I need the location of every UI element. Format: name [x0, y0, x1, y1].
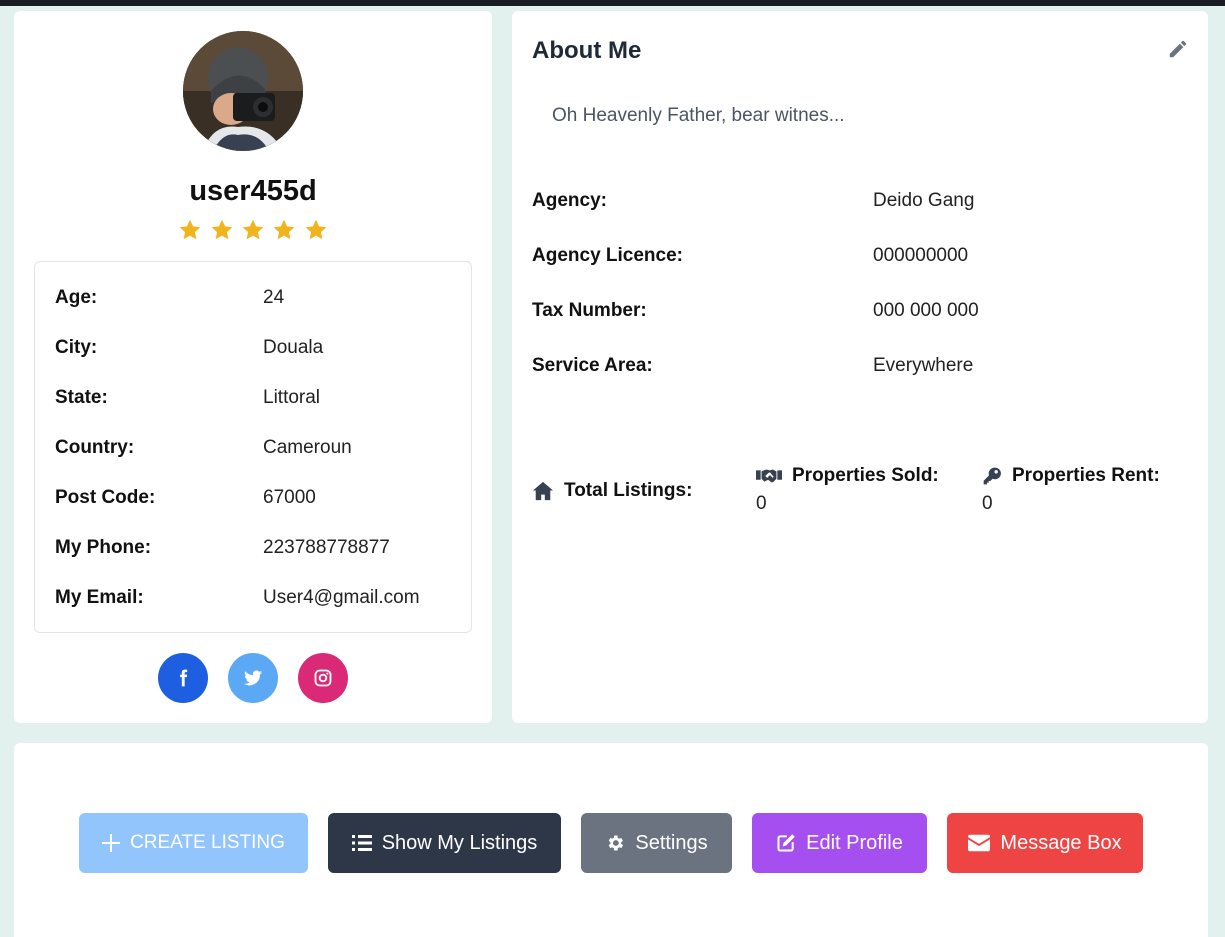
twitter-link[interactable]	[228, 653, 278, 703]
instagram-link[interactable]	[298, 653, 349, 703]
detail-label: My Phone:	[55, 537, 152, 558]
detail-value: Littoral	[263, 387, 321, 408]
info-row-tax-number: Tax Number: 000 000 000	[532, 300, 1172, 326]
settings-label: Settings	[635, 831, 708, 854]
info-label: Tax Number:	[532, 300, 647, 321]
facebook-icon	[179, 669, 187, 687]
gear-icon	[609, 835, 624, 851]
detail-row-age: Age: 24	[55, 287, 455, 311]
detail-value: 223788778877	[263, 537, 390, 558]
properties-sold: Properties Sold: 0	[756, 465, 939, 515]
twitter-icon	[243, 670, 263, 686]
create-listing-label: CREATE LISTING	[130, 832, 285, 853]
info-value: 000000000	[873, 245, 969, 266]
total-listings: Total Listings:	[532, 480, 692, 502]
total-listings-label: Total Listings:	[564, 480, 693, 501]
profile-card: user455d Age: 24 City: Douala State: Lit…	[14, 11, 492, 723]
handshake-icon	[756, 469, 782, 483]
properties-sold-label: Properties Sold:	[792, 465, 939, 486]
detail-value: 24	[263, 287, 285, 308]
detail-label: Country:	[55, 437, 135, 458]
info-value: 000 000 000	[873, 300, 979, 321]
plus-icon	[102, 834, 121, 852]
detail-row-city: City: Douala	[55, 337, 455, 361]
pencil-icon[interactable]	[1167, 38, 1189, 60]
detail-label: My Email:	[55, 587, 144, 608]
show-my-listings-label: Show My Listings	[381, 831, 538, 854]
detail-value: Cameroun	[263, 437, 352, 458]
show-my-listings-button[interactable]: Show My Listings	[328, 813, 561, 873]
detail-row-post-code: Post Code: 67000	[55, 487, 455, 511]
star-icon	[305, 219, 327, 240]
instagram-icon	[315, 669, 332, 687]
message-box-label: Message Box	[1000, 831, 1122, 854]
facebook-link[interactable]	[157, 653, 208, 703]
star-icon	[179, 219, 201, 240]
properties-sold-value: 0	[756, 493, 767, 514]
username: user455d	[189, 175, 317, 207]
key-icon	[983, 467, 1001, 485]
detail-row-email: My Email: User4@gmail.com	[55, 587, 455, 611]
info-value: Deido Gang	[873, 190, 975, 211]
profile-details: Age: 24 City: Douala State: Littoral Cou…	[34, 261, 472, 633]
top-bar	[0, 0, 1225, 6]
envelope-icon	[968, 834, 991, 852]
list-icon	[351, 835, 372, 851]
detail-value: 67000	[263, 487, 316, 508]
detail-value: Douala	[263, 337, 324, 358]
actions-card: CREATE LISTING Show My Listings Settings…	[14, 743, 1208, 937]
avatar-photo	[183, 31, 303, 151]
edit-icon	[777, 834, 795, 852]
edit-profile-button[interactable]: Edit Profile	[752, 813, 927, 873]
edit-profile-label: Edit Profile	[806, 831, 903, 854]
detail-value: User4@gmail.com	[263, 587, 420, 608]
home-icon	[533, 481, 553, 501]
about-title: About Me	[532, 37, 642, 64]
star-icon	[211, 219, 232, 240]
avatar[interactable]	[183, 31, 303, 151]
properties-rent-label: Properties Rent:	[1012, 465, 1160, 486]
star-icon	[274, 219, 295, 240]
detail-label: City:	[55, 337, 98, 358]
rating-stars	[14, 218, 492, 247]
message-box-button[interactable]: Message Box	[947, 813, 1143, 873]
social-links	[14, 653, 492, 703]
detail-row-phone: My Phone: 223788778877	[55, 537, 455, 561]
detail-row-state: State: Littoral	[55, 387, 455, 411]
info-row-agency-licence: Agency Licence: 000000000	[532, 245, 1172, 271]
detail-row-country: Country: Cameroun	[55, 437, 455, 461]
info-label: Service Area:	[532, 355, 653, 376]
properties-rent: Properties Rent: 0	[982, 465, 1160, 515]
info-row-service-area: Service Area: Everywhere	[532, 355, 1172, 381]
info-row-agency: Agency: Deido Gang	[532, 190, 1172, 216]
info-label: Agency Licence:	[532, 245, 683, 266]
info-value: Everywhere	[873, 355, 974, 376]
star-icon	[242, 219, 264, 240]
bio-text: Oh Heavenly Father, bear witnes...	[552, 105, 845, 126]
settings-button[interactable]: Settings	[581, 813, 732, 873]
about-card: About Me Oh Heavenly Father, bear witnes…	[512, 11, 1208, 723]
detail-label: Age:	[55, 287, 98, 308]
create-listing-button[interactable]: CREATE LISTING	[79, 813, 308, 873]
info-label: Agency:	[532, 190, 607, 211]
detail-label: State:	[55, 387, 108, 408]
detail-label: Post Code:	[55, 487, 156, 508]
properties-rent-value: 0	[982, 493, 993, 514]
